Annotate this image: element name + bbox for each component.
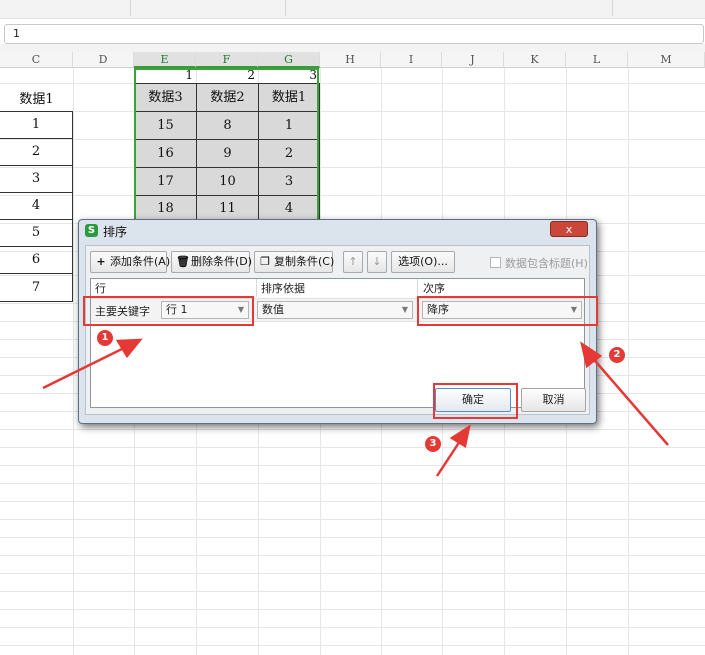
arrow-2 <box>589 354 669 446</box>
step-badge-1: 1 <box>97 330 113 346</box>
arrowhead-3 <box>449 424 471 448</box>
step-badge-3: 3 <box>425 436 441 452</box>
arrowhead-1 <box>115 338 143 359</box>
arrow-1 <box>42 344 129 390</box>
step-badge-2: 2 <box>609 347 625 363</box>
annotation-arrows <box>42 338 669 477</box>
